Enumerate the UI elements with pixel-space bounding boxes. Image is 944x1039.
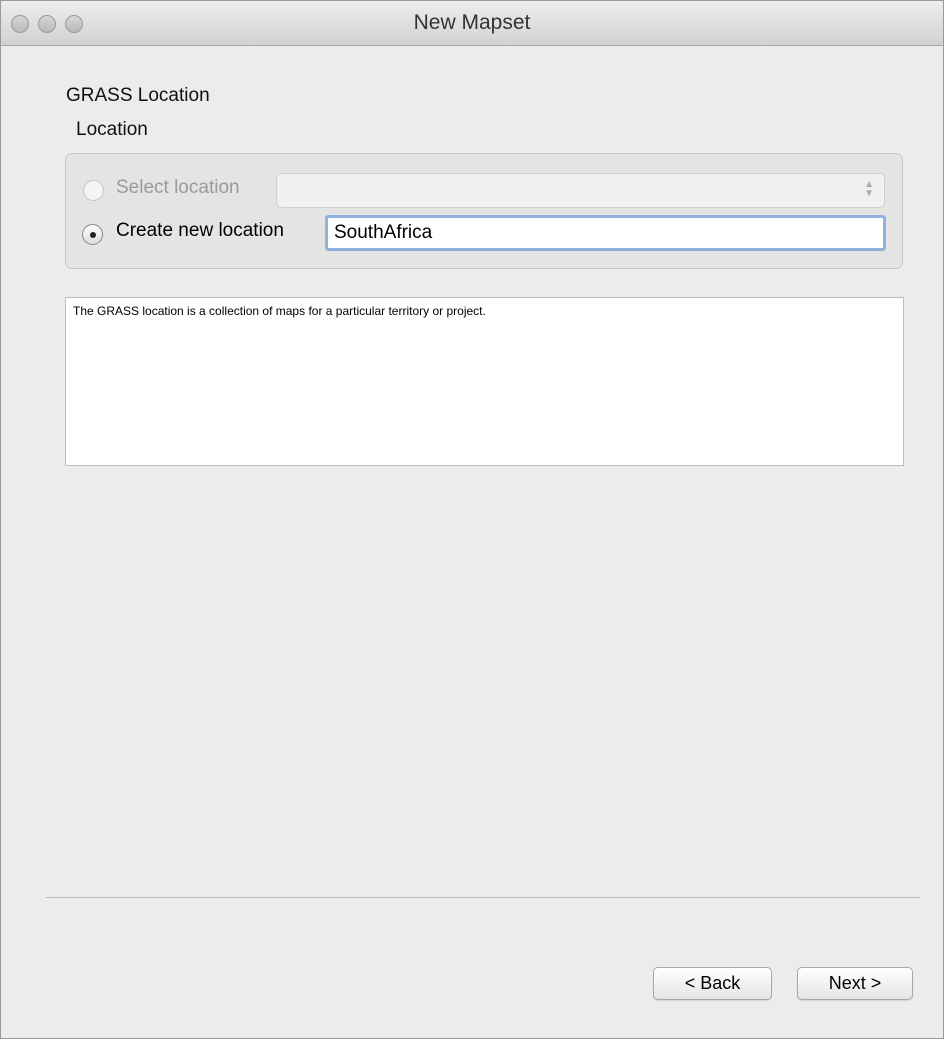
select-location-radio[interactable] <box>83 180 104 201</box>
location-group <box>65 153 903 269</box>
title-bar: New Mapset <box>1 1 943 46</box>
back-button[interactable]: < Back <box>653 967 772 1000</box>
up-down-arrows-icon: ▲ ▼ <box>864 179 874 199</box>
create-new-location-label: Create new location <box>116 220 284 241</box>
page-heading: GRASS Location <box>66 85 210 106</box>
description-box: The GRASS location is a collection of ma… <box>65 297 904 466</box>
select-location-label: Select location <box>116 177 240 198</box>
location-group-label: Location <box>76 119 148 140</box>
new-mapset-window: New Mapset GRASS Location Location Selec… <box>0 0 944 1039</box>
select-location-dropdown[interactable]: ▲ ▼ <box>276 173 885 208</box>
new-location-name-input[interactable] <box>325 215 886 251</box>
window-title: New Mapset <box>413 11 531 34</box>
divider <box>46 897 920 898</box>
next-button[interactable]: Next > <box>797 967 913 1000</box>
create-new-location-radio[interactable] <box>82 224 103 245</box>
